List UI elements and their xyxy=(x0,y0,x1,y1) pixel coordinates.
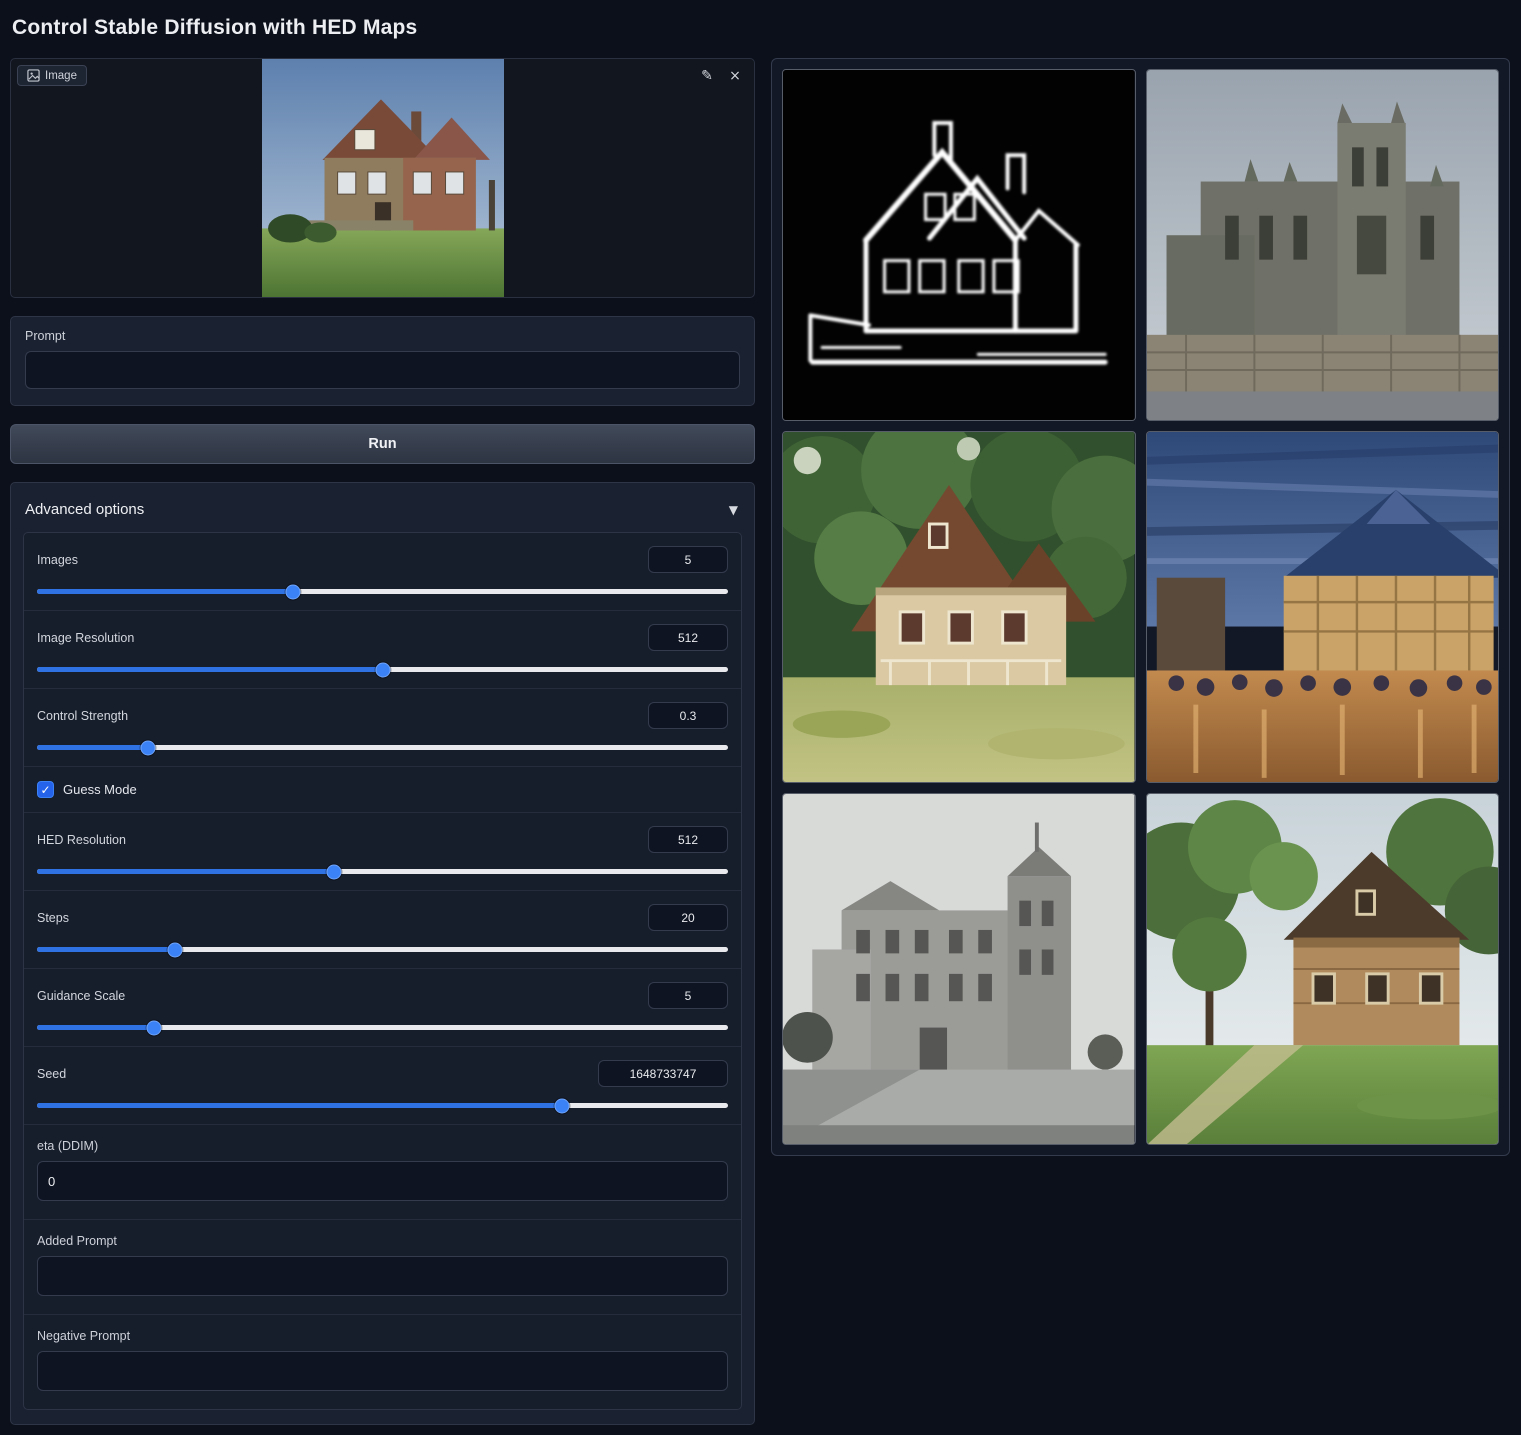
edit-image-button[interactable]: ✎ xyxy=(696,65,718,87)
control-strength-slider[interactable] xyxy=(37,745,728,750)
added-prompt-label: Added Prompt xyxy=(37,1234,728,1248)
images-slider-handle[interactable] xyxy=(285,584,300,599)
image-resolution-value-input[interactable] xyxy=(648,624,728,651)
guidance-scale-slider[interactable] xyxy=(37,1025,728,1030)
added-prompt-input[interactable] xyxy=(37,1256,728,1296)
images-value-input[interactable] xyxy=(648,546,728,573)
prompt-label: Prompt xyxy=(25,329,740,343)
hed-resolution-slider-handle[interactable] xyxy=(327,864,342,879)
chevron-down-icon[interactable]: ▼ xyxy=(729,503,738,517)
negative-prompt-label: Negative Prompt xyxy=(37,1329,728,1343)
image-icon xyxy=(27,69,40,82)
guidance-scale-slider-handle[interactable] xyxy=(147,1020,162,1035)
hed-resolution-label: HED Resolution xyxy=(37,833,126,847)
image-resolution-slider[interactable] xyxy=(37,667,728,672)
uploaded-house-photo xyxy=(262,59,504,297)
control-strength-slider-row: Control Strength xyxy=(24,688,741,766)
house-with-lawn-image xyxy=(1147,794,1499,1144)
prompt-block: Prompt xyxy=(10,316,755,406)
gallery-item-stone-cathedral[interactable] xyxy=(1146,69,1500,421)
guidance-scale-value-input[interactable] xyxy=(648,982,728,1009)
image-resolution-slider-row: Image Resolution xyxy=(24,610,741,688)
guess-mode-row: ✓ Guess Mode xyxy=(24,766,741,812)
negative-prompt-input[interactable] xyxy=(37,1351,728,1391)
gallery-item-house-with-lawn[interactable] xyxy=(1146,793,1500,1145)
hed-resolution-slider-row: HED Resolution xyxy=(24,812,741,890)
seed-slider-handle[interactable] xyxy=(555,1098,570,1113)
advanced-options-title: Advanced options xyxy=(25,501,144,518)
gallery-item-painterly-house-scene[interactable] xyxy=(1146,431,1500,783)
advanced-options-header[interactable]: Advanced options ▼ xyxy=(23,495,742,532)
steps-slider-row: Steps xyxy=(24,890,741,968)
output-gallery xyxy=(771,58,1510,1156)
seed-slider[interactable] xyxy=(37,1103,728,1108)
advanced-options-accordion: Advanced options ▼ Images xyxy=(10,482,755,1425)
control-strength-label: Control Strength xyxy=(37,709,128,723)
prompt-input[interactable] xyxy=(25,351,740,389)
gallery-item-painted-wooden-house[interactable] xyxy=(782,431,1136,783)
images-slider-row: Images xyxy=(24,533,741,610)
steps-label: Steps xyxy=(37,911,69,925)
image-resolution-label: Image Resolution xyxy=(37,631,134,645)
guess-mode-checkbox[interactable]: ✓ xyxy=(37,781,54,798)
hed-resolution-slider[interactable] xyxy=(37,869,728,874)
images-slider[interactable] xyxy=(37,589,728,594)
image-input-label: Image xyxy=(17,65,87,86)
app-root: Control Stable Diffusion with HED Maps I… xyxy=(0,0,1521,1435)
page-title: Control Stable Diffusion with HED Maps xyxy=(12,16,1510,40)
eta-label: eta (DDIM) xyxy=(37,1139,728,1153)
eta-input[interactable] xyxy=(37,1161,728,1201)
gallery-item-grayscale-building[interactable] xyxy=(782,793,1136,1145)
steps-slider-handle[interactable] xyxy=(168,942,183,957)
guidance-scale-slider-row: Guidance Scale xyxy=(24,968,741,1046)
steps-value-input[interactable] xyxy=(648,904,728,931)
painted-wooden-house-image xyxy=(783,432,1135,782)
control-strength-value-input[interactable] xyxy=(648,702,728,729)
painterly-house-scene-image xyxy=(1147,432,1499,782)
guidance-scale-label: Guidance Scale xyxy=(37,989,125,1003)
control-strength-slider-handle[interactable] xyxy=(140,740,155,755)
added-prompt-row: Added Prompt xyxy=(24,1219,741,1314)
grayscale-building-image xyxy=(783,794,1135,1144)
gallery-item-hed-edge-map[interactable] xyxy=(782,69,1136,421)
clear-image-button[interactable]: × xyxy=(724,65,746,87)
stone-cathedral-image xyxy=(1147,70,1499,420)
seed-label: Seed xyxy=(37,1067,66,1081)
run-button[interactable]: Run xyxy=(10,424,755,464)
eta-row: eta (DDIM) xyxy=(24,1124,741,1219)
guess-mode-label: Guess Mode xyxy=(63,782,137,797)
image-input-label-text: Image xyxy=(45,70,77,82)
image-input[interactable]: Image ✎ × xyxy=(10,58,755,298)
negative-prompt-row: Negative Prompt xyxy=(24,1314,741,1409)
seed-value-input[interactable] xyxy=(598,1060,728,1087)
hed-edge-map-image xyxy=(783,70,1135,420)
seed-slider-row: Seed xyxy=(24,1046,741,1124)
image-resolution-slider-handle[interactable] xyxy=(375,662,390,677)
steps-slider[interactable] xyxy=(37,947,728,952)
hed-resolution-value-input[interactable] xyxy=(648,826,728,853)
images-label: Images xyxy=(37,553,78,567)
